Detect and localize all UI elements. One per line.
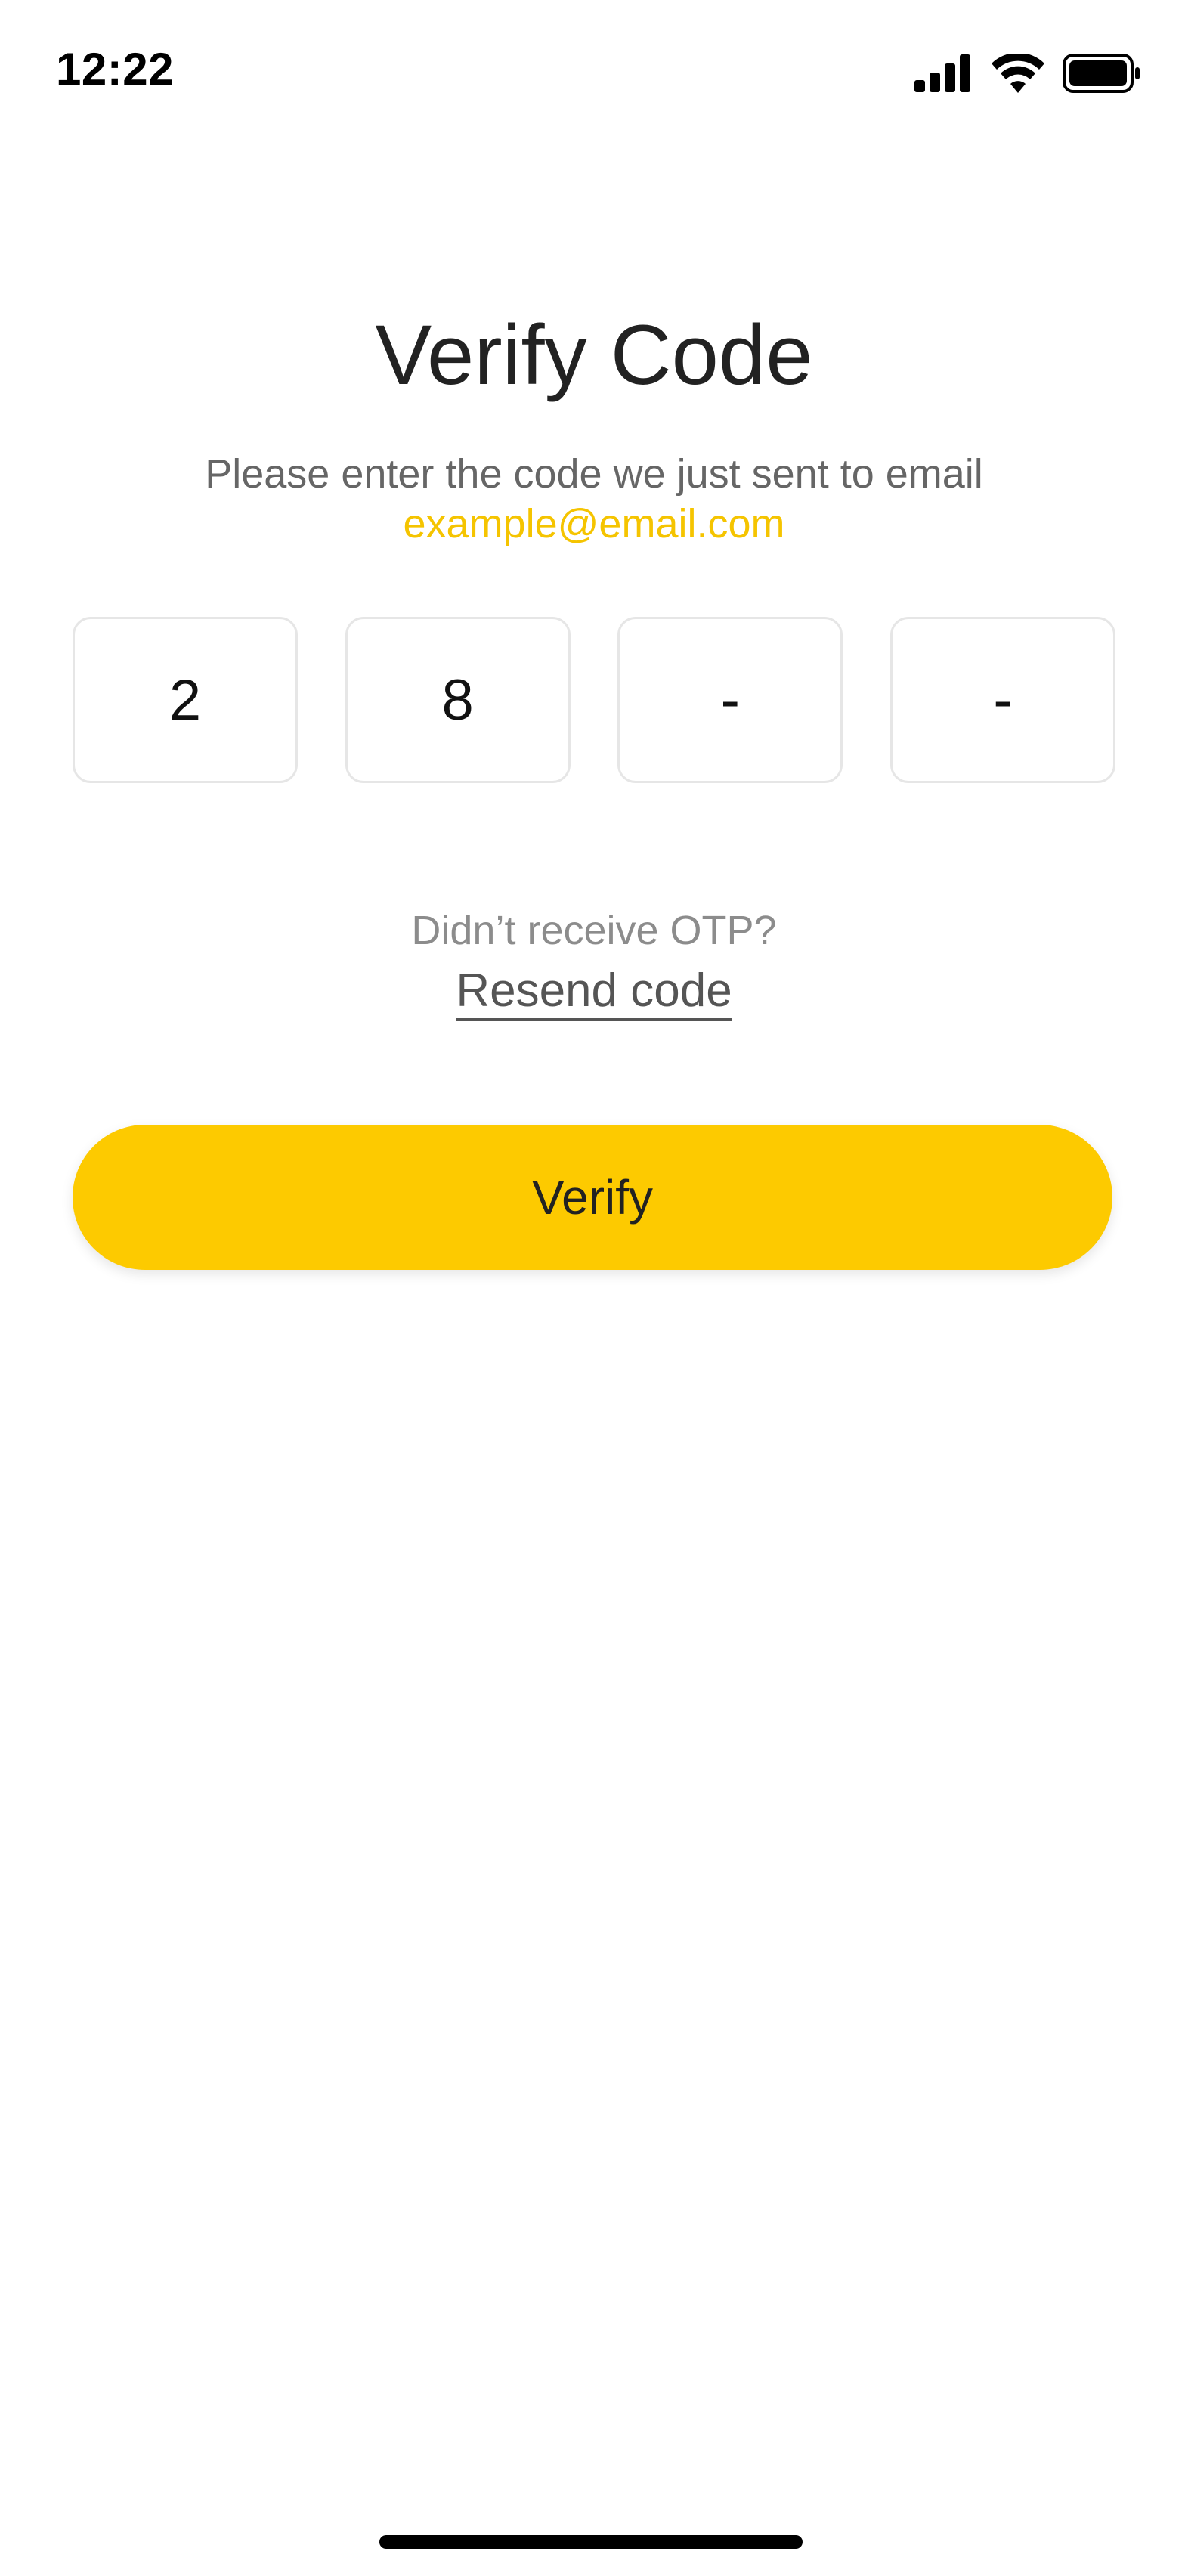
otp-digit-3[interactable]: -: [617, 617, 843, 783]
status-time: 12:22: [56, 44, 174, 94]
email-address: example@email.com: [403, 501, 785, 546]
verify-button[interactable]: Verify: [73, 1125, 1112, 1270]
resend-link-container: Resend code: [0, 964, 1188, 1021]
instructions-text: Please enter the code we just sent to em…: [205, 451, 983, 497]
otp-digit-2[interactable]: 8: [345, 617, 571, 783]
wifi-icon: [992, 54, 1044, 93]
resend-prompt: Didn’t receive OTP?: [411, 908, 777, 953]
resend-code-link[interactable]: Resend code: [456, 964, 732, 1021]
battery-icon: [1063, 54, 1140, 93]
otp-digit-4[interactable]: -: [889, 617, 1115, 783]
signal-icon: [914, 54, 970, 92]
page-title: Verify Code: [375, 308, 813, 402]
status-icons: [914, 47, 1141, 100]
otp-digit-1[interactable]: 2: [73, 617, 298, 783]
otp-input-row: 2 8 - -: [73, 617, 1115, 786]
home-indicator: [379, 2535, 803, 2549]
